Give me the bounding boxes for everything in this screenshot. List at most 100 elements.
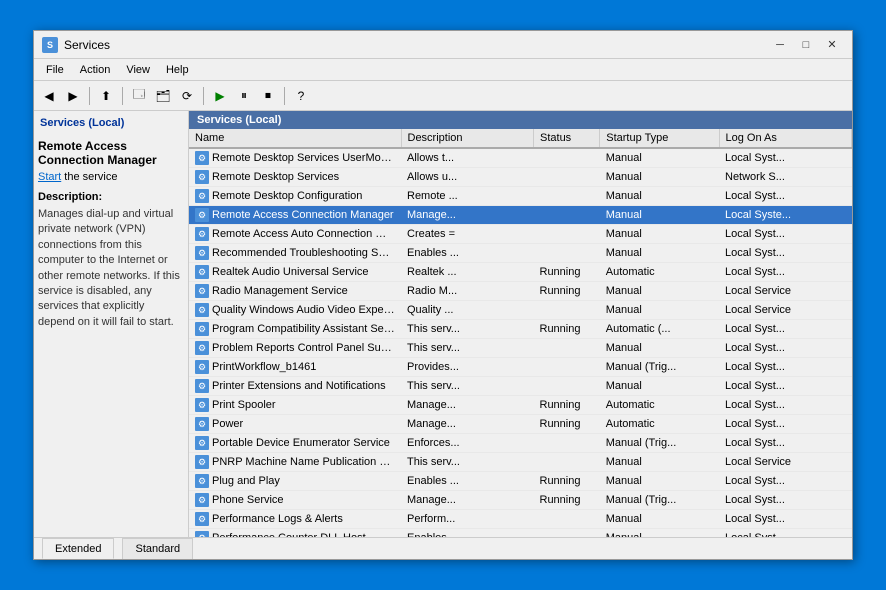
show-hide-button[interactable]: 🗔 (128, 85, 150, 107)
service-status-cell: Running (534, 472, 600, 491)
help-button[interactable]: ? (290, 85, 312, 107)
refresh-button[interactable]: ⟳ (176, 85, 198, 107)
col-header-name[interactable]: Name (189, 129, 401, 148)
services-header: Services (Local) (189, 111, 852, 129)
minimize-button[interactable]: ─ (768, 36, 792, 54)
table-row[interactable]: ⚙Recommended Troubleshooting ServiceEnab… (189, 244, 852, 263)
tree-button[interactable]: 🗂 (152, 85, 174, 107)
separator-4 (284, 87, 285, 105)
service-status-cell (534, 148, 600, 168)
service-status-cell (534, 453, 600, 472)
menu-view[interactable]: View (118, 62, 158, 78)
service-name-cell: ⚙Realtek Audio Universal Service (189, 263, 401, 282)
service-icon: ⚙ (195, 360, 209, 374)
service-name-label: Print Spooler (212, 399, 276, 411)
close-button[interactable]: ✕ (820, 36, 844, 54)
services-table: Name Description Status Startup Type Log… (189, 129, 852, 537)
up-button[interactable]: ⬆ (95, 85, 117, 107)
service-icon: ⚙ (195, 436, 209, 450)
table-row[interactable]: ⚙Quality Windows Audio Video ExperienceQ… (189, 301, 852, 320)
service-status-cell: Running (534, 263, 600, 282)
table-row[interactable]: ⚙Program Compatibility Assistant Service… (189, 320, 852, 339)
service-name-label: Phone Service (212, 494, 284, 506)
left-panel: Services (Local) Remote Access Connectio… (34, 111, 189, 537)
service-icon: ⚙ (195, 208, 209, 222)
tab-extended[interactable]: Extended (42, 538, 114, 559)
service-status-cell (534, 225, 600, 244)
service-icon: ⚙ (195, 493, 209, 507)
start-button[interactable]: ▶ (209, 85, 231, 107)
service-desc-cell: Enforces... (401, 434, 534, 453)
table-row[interactable]: ⚙Remote Desktop ConfigurationRemote ...M… (189, 187, 852, 206)
menu-help[interactable]: Help (158, 62, 197, 78)
table-row[interactable]: ⚙PrintWorkflow_b1461Provides...Manual (T… (189, 358, 852, 377)
table-row[interactable]: ⚙Print SpoolerManage...RunningAutomaticL… (189, 396, 852, 415)
service-logon-cell: Local Syst... (719, 491, 852, 510)
col-header-startup[interactable]: Startup Type (600, 129, 719, 148)
service-status-cell (534, 358, 600, 377)
service-desc-cell: Manage... (401, 415, 534, 434)
service-icon: ⚙ (195, 170, 209, 184)
service-status-cell (534, 187, 600, 206)
maximize-button[interactable]: □ (794, 36, 818, 54)
service-startup-cell: Automatic (600, 396, 719, 415)
pause-button[interactable]: ⏸ (233, 85, 255, 107)
service-desc-cell: Manage... (401, 206, 534, 225)
table-container[interactable]: Name Description Status Startup Type Log… (189, 129, 852, 537)
start-service-link: Start the service (38, 171, 184, 183)
service-desc-cell: Enables ... (401, 529, 534, 538)
service-name-cell: ⚙Performance Counter DLL Host (189, 529, 401, 538)
service-startup-cell: Manual (600, 377, 719, 396)
stop-button[interactable]: ⏹ (257, 85, 279, 107)
table-row[interactable]: ⚙Printer Extensions and NotificationsThi… (189, 377, 852, 396)
table-row[interactable]: ⚙Problem Reports Control Panel SupportTh… (189, 339, 852, 358)
service-startup-cell: Manual (600, 510, 719, 529)
table-row[interactable]: ⚙Phone ServiceManage...RunningManual (Tr… (189, 491, 852, 510)
service-desc-cell: This serv... (401, 320, 534, 339)
start-link[interactable]: Start (38, 171, 61, 183)
service-status-cell (534, 510, 600, 529)
col-header-desc[interactable]: Description (401, 129, 534, 148)
service-name-label: Printer Extensions and Notifications (212, 380, 386, 392)
col-header-status[interactable]: Status (534, 129, 600, 148)
table-row[interactable]: ⚙Remote Access Connection ManagerManage.… (189, 206, 852, 225)
table-row[interactable]: ⚙Radio Management ServiceRadio M...Runni… (189, 282, 852, 301)
forward-button[interactable]: ▶ (62, 85, 84, 107)
service-name-cell: ⚙Printer Extensions and Notifications (189, 377, 401, 396)
service-desc-cell: Creates = (401, 225, 534, 244)
service-logon-cell: Local Syst... (719, 244, 852, 263)
tab-standard[interactable]: Standard (122, 538, 193, 559)
service-startup-cell: Manual (600, 148, 719, 168)
menu-action[interactable]: Action (72, 62, 119, 78)
table-row[interactable]: ⚙Performance Counter DLL HostEnables ...… (189, 529, 852, 538)
service-logon-cell: Local Syst... (719, 510, 852, 529)
service-logon-cell: Local Syst... (719, 187, 852, 206)
service-status-cell: Running (534, 491, 600, 510)
left-panel-title[interactable]: Services (Local) (38, 115, 184, 131)
table-row[interactable]: ⚙Realtek Audio Universal ServiceRealtek … (189, 263, 852, 282)
table-row[interactable]: ⚙PNRP Machine Name Publication ServiceTh… (189, 453, 852, 472)
service-desc-cell: This serv... (401, 339, 534, 358)
service-icon: ⚙ (195, 379, 209, 393)
table-row[interactable]: ⚙Portable Device Enumerator ServiceEnfor… (189, 434, 852, 453)
toolbar: ◀ ▶ ⬆ 🗔 🗂 ⟳ ▶ ⏸ ⏹ ? (34, 81, 852, 111)
back-button[interactable]: ◀ (38, 85, 60, 107)
table-row[interactable]: ⚙Performance Logs & AlertsPerform...Manu… (189, 510, 852, 529)
service-startup-cell: Manual (600, 187, 719, 206)
table-row[interactable]: ⚙Plug and PlayEnables ...RunningManualLo… (189, 472, 852, 491)
table-row[interactable]: ⚙Remote Desktop Services UserMode Port R… (189, 148, 852, 168)
col-header-logon[interactable]: Log On As (719, 129, 852, 148)
service-icon: ⚙ (195, 227, 209, 241)
service-name-label: PNRP Machine Name Publication Service (212, 456, 401, 468)
service-desc-cell: Manage... (401, 491, 534, 510)
menu-file[interactable]: File (38, 62, 72, 78)
window-title: Services (64, 38, 768, 52)
service-icon: ⚙ (195, 341, 209, 355)
service-status-cell (534, 529, 600, 538)
table-row[interactable]: ⚙Remote Desktop ServicesAllows u...Manua… (189, 168, 852, 187)
status-bar: Extended Standard (34, 537, 852, 559)
service-name-cell: ⚙PNRP Machine Name Publication Service (189, 453, 401, 472)
table-row[interactable]: ⚙Remote Access Auto Connection ManagerCr… (189, 225, 852, 244)
table-row[interactable]: ⚙PowerManage...RunningAutomaticLocal Sys… (189, 415, 852, 434)
service-status-cell (534, 206, 600, 225)
